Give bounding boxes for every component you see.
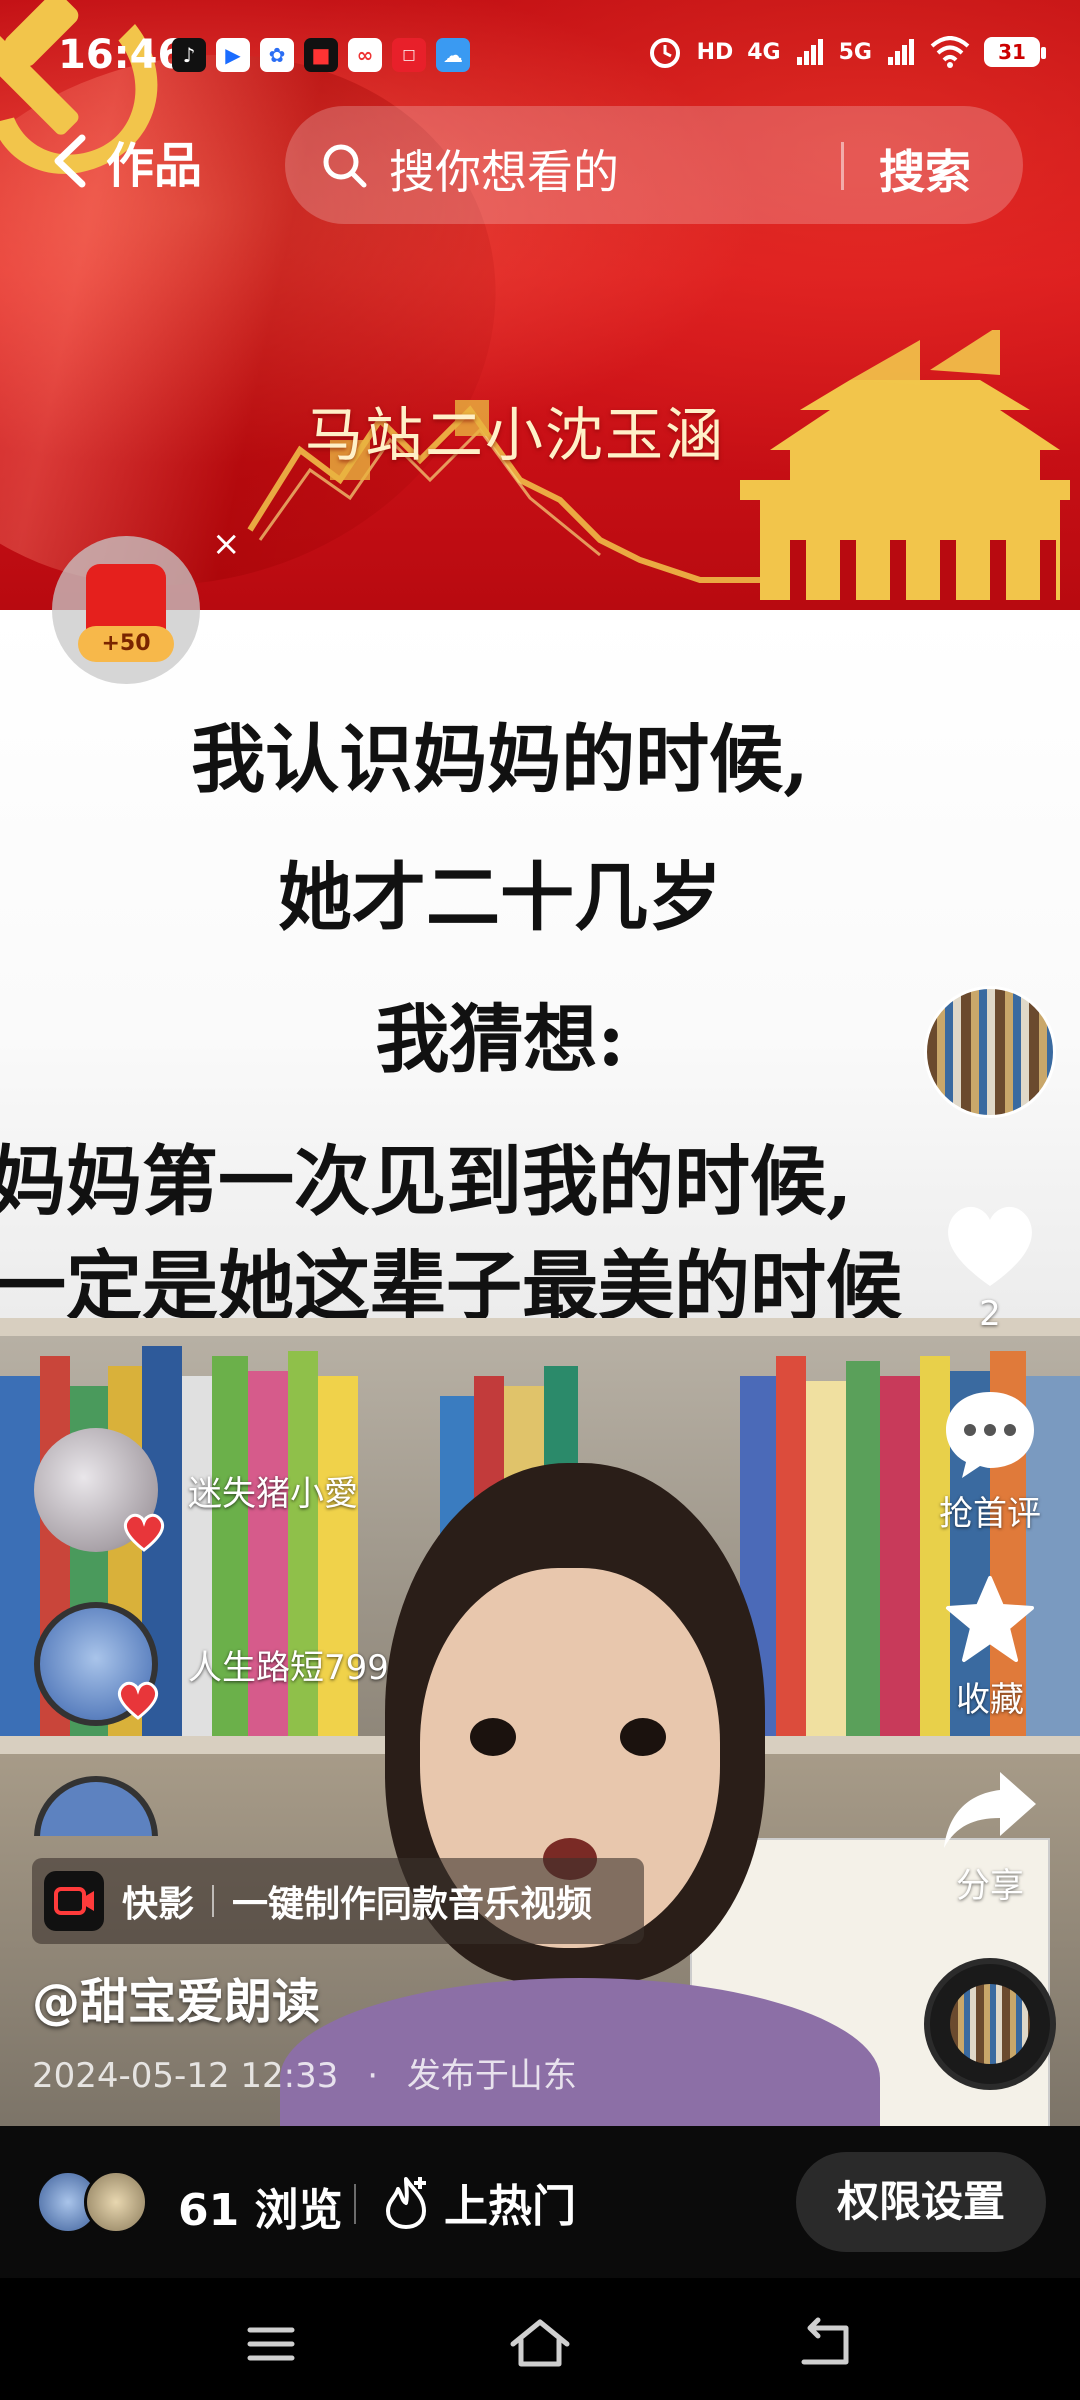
- author-avatar[interactable]: [924, 986, 1056, 1118]
- viewer-bubble[interactable]: 人生路短799: [34, 1602, 389, 1726]
- notification-icons: ♪ ▶ ✿ ■ ∞ □ ☁: [172, 38, 470, 72]
- heart-icon: [117, 1681, 159, 1720]
- kuaiying-app-icon: [44, 1871, 104, 1931]
- poem-line: 她才二十几岁: [278, 855, 722, 941]
- heart-icon: [123, 1513, 165, 1552]
- kuaiying-icon: ■: [304, 38, 338, 72]
- signal-4g-icon: [796, 39, 823, 65]
- back-button[interactable]: 作品: [42, 126, 202, 196]
- alarm-icon: [649, 38, 680, 68]
- heart-icon: [948, 1206, 1032, 1286]
- shop-app-icon: □: [392, 38, 426, 72]
- battery-indicator: 31: [984, 37, 1046, 67]
- view-count[interactable]: 61 浏览: [178, 2174, 343, 2238]
- viewer-bubble-partial: [34, 1776, 158, 1836]
- comment-button[interactable]: 抢首评: [930, 1386, 1050, 1535]
- poem-line: 我认识妈妈的时候,: [191, 717, 809, 803]
- search-divider: [841, 142, 844, 190]
- post-location: 发布于山东: [406, 2056, 577, 2096]
- link-app-icon: ∞: [348, 38, 382, 72]
- viewer-name: 人生路短799: [188, 1647, 389, 1688]
- child-eye: [470, 1718, 516, 1756]
- status-bar: 16:46 ♪ ▶ ✿ ■ ∞ □ ☁ HD 4G 5G 31: [0, 0, 1080, 110]
- bottom-divider: [354, 2184, 356, 2224]
- search-bar[interactable]: 搜你想看的 搜索: [285, 106, 1023, 224]
- menu-icon[interactable]: [236, 2314, 306, 2374]
- video-app-icon: ▶: [216, 38, 250, 72]
- favorite-button[interactable]: 收藏: [930, 1572, 1050, 1721]
- promote-button[interactable]: 上热门: [384, 2170, 576, 2234]
- system-icons: HD 4G 5G 31: [647, 34, 1046, 70]
- avatar: [34, 1428, 165, 1552]
- comment-label: 抢首评: [939, 1494, 1041, 1534]
- bookshelf-top: [0, 1318, 1080, 1336]
- permission-settings-button[interactable]: 权限设置: [796, 2152, 1046, 2252]
- share-button[interactable]: 分享: [930, 1764, 1050, 1907]
- poem-slide: 我认识妈妈的时候, 她才二十几岁 我猜想: 妈妈第一次见到我的时候, 一定是她这…: [0, 610, 1080, 1320]
- comment-icon: [946, 1392, 1034, 1478]
- post-meta: 2024-05-12 12:33 · 发布于山东: [32, 2048, 577, 2097]
- promote-label: 上热门: [444, 2181, 576, 2232]
- music-disc-icon[interactable]: [924, 1958, 1056, 2090]
- system-navigation-bar: [0, 2278, 1080, 2400]
- red-packet-widget[interactable]: +50: [52, 536, 200, 684]
- poem-line: 我猜想:: [375, 997, 625, 1083]
- clock: 16:46: [58, 32, 186, 78]
- tiktok-icon: ♪: [172, 38, 206, 72]
- hd-label: HD: [696, 39, 734, 65]
- template-link[interactable]: 快影 一键制作同款音乐视频: [32, 1858, 644, 1944]
- banner-title: 马站二小沈玉涵: [304, 401, 725, 469]
- author-handle[interactable]: @甜宝爱朗读: [32, 1962, 320, 2032]
- share-arrow-icon: [944, 1772, 1036, 1848]
- chevron-left-icon: [54, 134, 86, 188]
- page-title: 作品: [106, 138, 203, 194]
- avatar: [34, 1602, 159, 1726]
- bottom-bar: 61 浏览 上热门 权限设置: [0, 2126, 1080, 2278]
- post-datetime: 2024-05-12 12:33: [32, 2056, 339, 2096]
- poem-line: 妈妈第一次见到我的时候,: [0, 1137, 853, 1226]
- template-divider: [212, 1885, 215, 1917]
- like-button[interactable]: 2: [930, 1200, 1050, 1334]
- share-label: 分享: [956, 1866, 1024, 1906]
- viewer-bubble[interactable]: 迷失猪小愛: [34, 1428, 358, 1552]
- 4g-label: 4G: [747, 39, 781, 65]
- viewer-avatar: [84, 2170, 148, 2234]
- wifi-icon: [930, 36, 970, 68]
- poem-line: 一定是她这辈子最美的时候: [0, 1242, 902, 1320]
- back-icon[interactable]: [790, 2314, 860, 2374]
- baidu-icon: ✿: [260, 38, 294, 72]
- meta-separator: ·: [367, 2056, 379, 2096]
- 5g-label: 5G: [838, 39, 872, 65]
- close-red-packet-button[interactable]: ×: [212, 524, 241, 564]
- child-eye: [620, 1718, 666, 1756]
- weather-icon: ☁: [436, 38, 470, 72]
- template-app-name: 快影: [122, 1884, 195, 1925]
- favorite-label: 收藏: [956, 1680, 1024, 1720]
- viewer-name: 迷失猪小愛: [188, 1473, 358, 1514]
- template-description: 一键制作同款音乐视频: [232, 1884, 593, 1925]
- search-input[interactable]: 搜你想看的: [389, 136, 619, 202]
- like-count: 2: [979, 1294, 1001, 1334]
- signal-5g-icon: [888, 39, 914, 65]
- reward-badge: +50: [78, 626, 174, 662]
- flame-icon: [386, 2177, 426, 2229]
- search-icon: [323, 144, 367, 188]
- search-button[interactable]: 搜索: [879, 136, 971, 202]
- star-icon: [946, 1576, 1034, 1662]
- home-icon[interactable]: [505, 2314, 575, 2374]
